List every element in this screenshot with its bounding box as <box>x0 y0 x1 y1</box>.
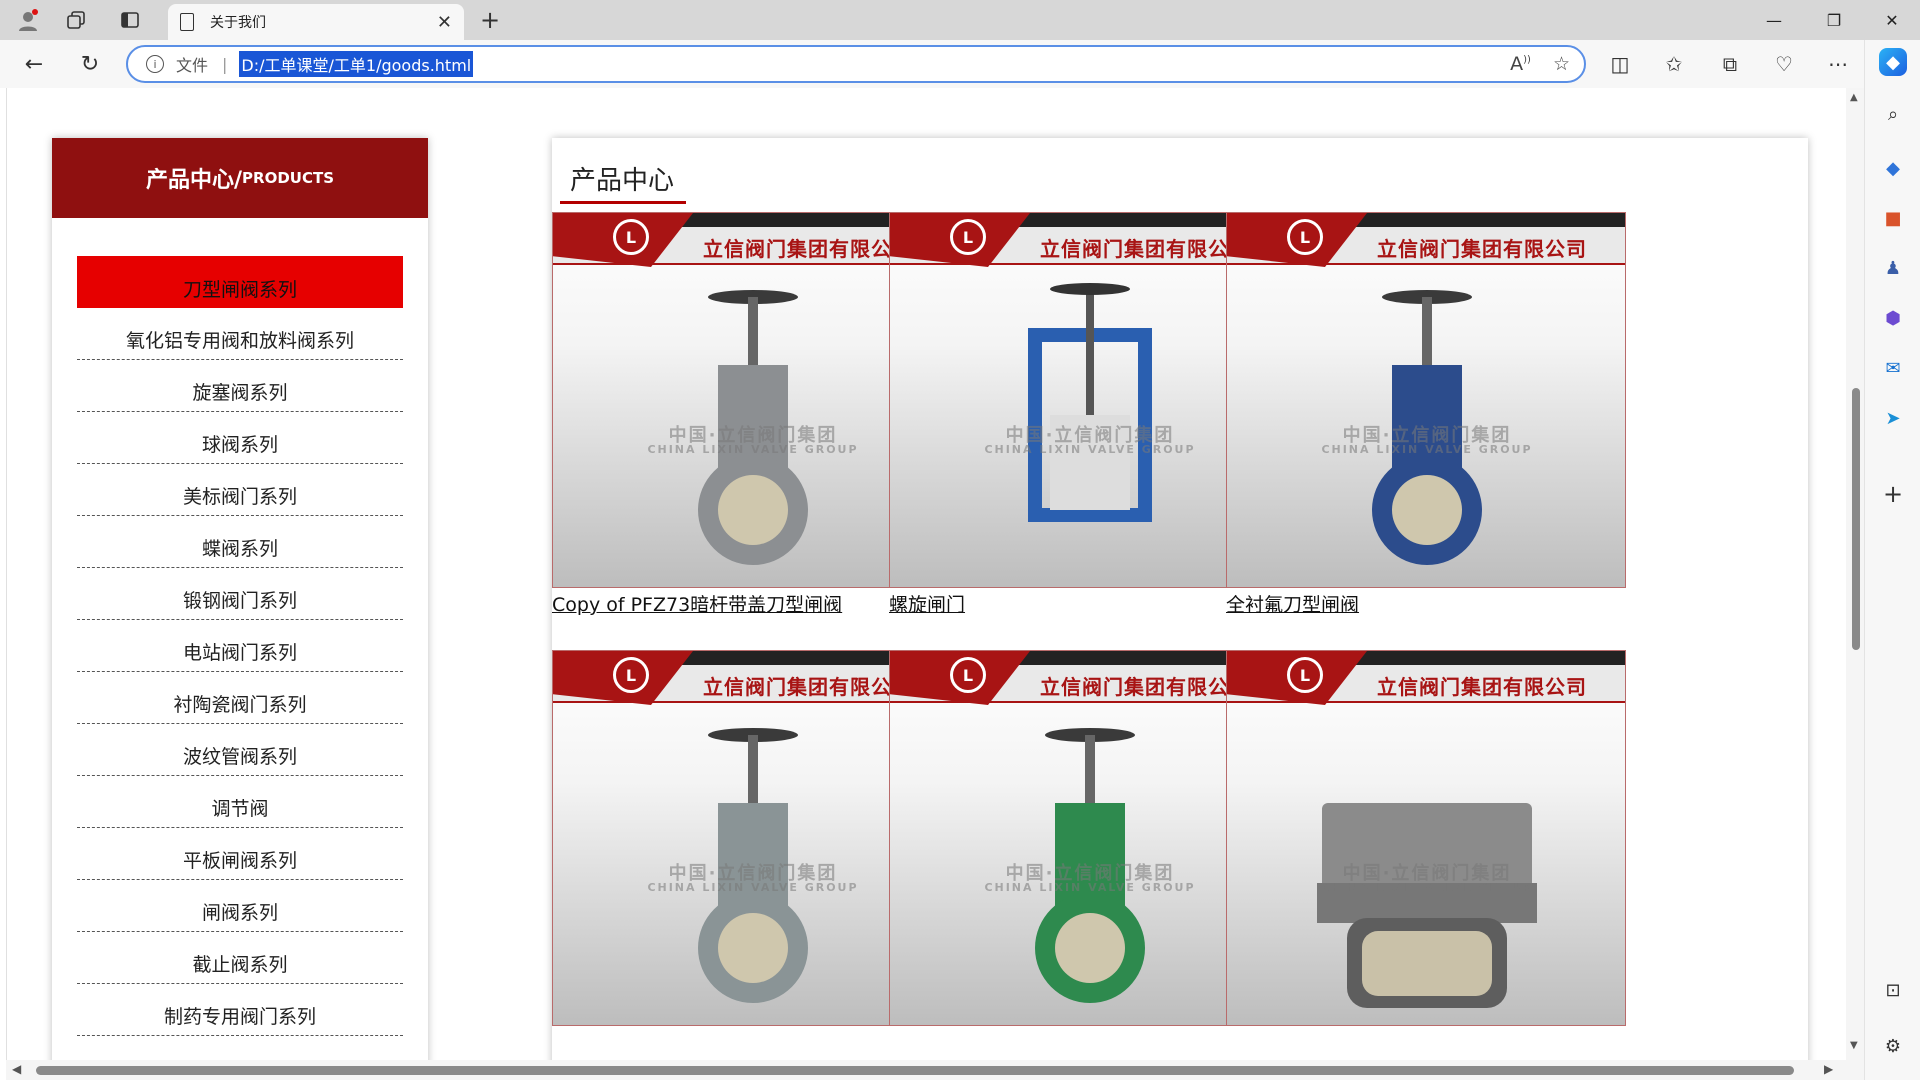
company-logo: L <box>1287 219 1323 255</box>
product-card[interactable]: L 立信阀门集团有限公司 中国·立信阀门集团 CHINA LIXIN VALVE G… <box>1226 212 1626 617</box>
profile-avatar-icon[interactable] <box>14 6 42 34</box>
product-card[interactable]: L 立信阀门集团有限公司 中国·立信阀门集团 CHINA LIXIN VALVE G… <box>1226 650 1626 1028</box>
category-item[interactable]: 制药专用阀门系列 <box>77 984 403 1036</box>
copilot-icon[interactable]: ◆ <box>1879 48 1907 76</box>
category-list: 刀型闸阀系列 氧化铝专用阀和放料阀系列 旋塞阀系列 球阀系列 美标阀门系列 蝶阀… <box>77 256 403 1036</box>
document-icon <box>180 13 194 31</box>
close-tab-icon[interactable]: ✕ <box>437 12 452 33</box>
address-bar[interactable]: i 文件 | D:/工单课堂/工单1/goods.html A)) ☆ <box>126 45 1586 83</box>
company-banner-text: 立信阀门集团有限公司 <box>1377 675 1587 699</box>
close-window-button[interactable]: ✕ <box>1862 0 1920 40</box>
screenshot-icon[interactable]: ⊡ <box>1879 976 1907 1004</box>
add-sidebar-app-icon[interactable]: + <box>1879 480 1907 508</box>
company-banner-text: 立信阀门集团有限公司 <box>703 675 913 699</box>
horizontal-scroll-thumb[interactable] <box>36 1066 1794 1075</box>
content-title: 产品中心 <box>560 160 686 204</box>
scroll-down-icon[interactable]: ▼ <box>1850 1040 1858 1051</box>
category-item[interactable]: 调节阀 <box>77 776 403 828</box>
category-item[interactable]: 氧化铝专用阀和放料阀系列 <box>77 308 403 360</box>
address-url[interactable]: D:/工单课堂/工单1/goods.html <box>239 51 474 77</box>
category-item[interactable]: 旋塞阀系列 <box>77 360 403 412</box>
page-viewport: 产品中心/ PRODUCTS 刀型闸阀系列 氧化铝专用阀和放料阀系列 旋塞阀系列… <box>6 88 1864 1060</box>
category-item[interactable]: 波纹管阀系列 <box>77 724 403 776</box>
browser-toolbar: ← ↻ i 文件 | D:/工单课堂/工单1/goods.html A)) ☆ … <box>0 40 1920 88</box>
more-menu-icon[interactable]: ⋯ <box>1822 48 1854 80</box>
collections-icon[interactable]: ⧉ <box>1714 48 1746 80</box>
favorites-icon[interactable]: ✩ <box>1658 48 1690 80</box>
vertical-scroll-thumb[interactable] <box>1852 388 1860 650</box>
sidebar-header: 产品中心/ PRODUCTS <box>52 138 428 218</box>
address-scheme-label: 文件 <box>176 56 209 75</box>
refresh-button[interactable]: ↻ <box>74 48 106 80</box>
company-logo: L <box>613 219 649 255</box>
category-item[interactable]: 闸阀系列 <box>77 880 403 932</box>
tab-title: 关于我们 <box>210 15 266 31</box>
minimize-button[interactable]: — <box>1744 0 1804 40</box>
product-image[interactable]: L 立信阀门集团有限公司 中国·立信阀门集团 CHINA LIXIN VALVE G… <box>1226 212 1626 588</box>
category-item[interactable]: 电站阀门系列 <box>77 620 403 672</box>
category-item[interactable]: 球阀系列 <box>77 412 403 464</box>
outlook-icon[interactable]: ✉ <box>1879 354 1907 382</box>
workspaces-icon[interactable] <box>62 6 90 34</box>
new-tab-button[interactable]: + <box>476 6 504 34</box>
company-logo: L <box>1287 657 1323 693</box>
scroll-right-icon[interactable]: ▶ <box>1824 1062 1833 1076</box>
company-banner-text: 立信阀门集团有限公司 <box>1040 237 1250 261</box>
company-banner-text: 立信阀门集团有限公司 <box>703 237 913 261</box>
sidebar-title: 产品中心/ <box>145 168 243 193</box>
shopping-tag-icon[interactable]: ◆ <box>1879 154 1907 182</box>
company-banner-text: 立信阀门集团有限公司 <box>1040 675 1250 699</box>
restore-button[interactable]: ❐ <box>1804 0 1864 40</box>
category-item[interactable]: 平板闸阀系列 <box>77 828 403 880</box>
search-icon[interactable]: ⌕ <box>1879 100 1907 128</box>
category-item[interactable]: 锻钢阀门系列 <box>77 568 403 620</box>
tab-active[interactable]: 关于我们 ✕ <box>168 4 464 40</box>
microsoft365-icon[interactable]: ⬢ <box>1879 304 1907 332</box>
browser-tab-bar: 关于我们 ✕ + — ❐ ✕ <box>0 0 1920 40</box>
scroll-up-icon[interactable]: ▲ <box>1850 92 1858 103</box>
product-image[interactable]: L 立信阀门集团有限公司 中国·立信阀门集团 CHINA LIXIN VALVE G… <box>1226 650 1626 1026</box>
browser-essentials-icon[interactable]: ♡ <box>1768 48 1800 80</box>
settings-gear-icon[interactable]: ⚙ <box>1879 1032 1907 1060</box>
info-icon[interactable]: i <box>146 55 164 73</box>
category-item[interactable]: 截止阀系列 <box>77 932 403 984</box>
watermark-en: CHINA LIXIN VALVE GROUP <box>1321 443 1533 456</box>
split-screen-icon[interactable]: ◫ <box>1604 48 1636 80</box>
favorite-star-icon[interactable]: ☆ <box>1553 53 1570 75</box>
company-banner-text: 立信阀门集团有限公司 <box>1377 237 1587 261</box>
category-item[interactable]: 刀型闸阀系列 <box>77 256 403 308</box>
product-sidebar: 产品中心/ PRODUCTS 刀型闸阀系列 氧化铝专用阀和放料阀系列 旋塞阀系列… <box>52 138 428 1060</box>
vertical-tabs-icon[interactable] <box>116 6 144 34</box>
category-item[interactable]: 美标阀门系列 <box>77 464 403 516</box>
scroll-left-icon[interactable]: ◀ <box>12 1062 21 1076</box>
company-logo: L <box>950 219 986 255</box>
read-aloud-icon[interactable]: A)) <box>1510 53 1531 75</box>
tools-icon[interactable]: ■ <box>1879 204 1907 232</box>
horizontal-scrollbar[interactable]: ◀ ▶ <box>6 1060 1864 1080</box>
product-name-link[interactable]: 全衬氟刀型闸阀 <box>1226 590 1626 617</box>
company-logo: L <box>613 657 649 693</box>
vertical-scrollbar[interactable]: ▲ ▼ <box>1846 88 1864 1060</box>
product-content: 产品中心 L 立信阀门集团有限公司 中国·立信阀门集团 CHINA LIXIN VA… <box>552 138 1808 1060</box>
company-logo: L <box>950 657 986 693</box>
category-item[interactable]: 衬陶瓷阀门系列 <box>77 672 403 724</box>
drop-icon[interactable]: ➤ <box>1879 404 1907 432</box>
back-button[interactable]: ← <box>18 48 50 80</box>
address-separator: | <box>222 54 228 74</box>
watermark-en: CHINA LIXIN VALVE GROUP <box>1321 881 1533 894</box>
sidebar-subtitle: PRODUCTS <box>242 169 335 187</box>
games-icon[interactable]: ♟ <box>1879 254 1907 282</box>
category-item[interactable]: 蝶阀系列 <box>77 516 403 568</box>
edge-sidebar: ◆ ⌕ ◆ ■ ♟ ⬢ ✉ ➤ + ⊡ ⚙ <box>1864 40 1920 1080</box>
